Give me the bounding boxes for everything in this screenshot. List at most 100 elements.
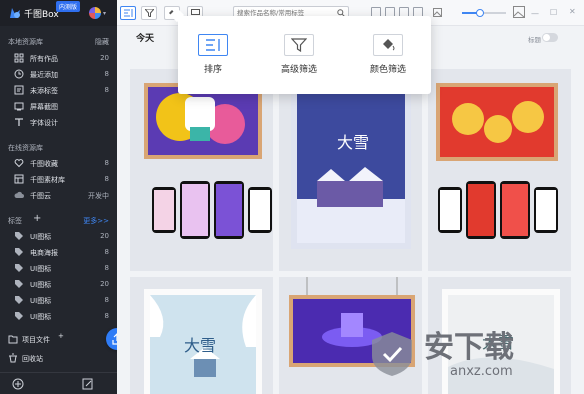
tag-label: UI图标 [30,297,52,305]
version-badge: 内测版 [56,1,81,12]
tag-item[interactable]: UI图标 8 [0,260,117,276]
avatar[interactable] [89,7,101,19]
app-header: 千图Box 内测版 ▾ [0,0,117,26]
tag-label: UI图标 [30,281,52,289]
sidebar-item-label: 千图云 [30,192,51,200]
title-toggle[interactable] [542,33,558,42]
sidebar-item-untagged[interactable]: 未添标签 8 [0,82,117,98]
tag-label: UI图标 [30,313,52,321]
tag-item[interactable]: UI图标 8 [0,292,117,308]
thumbnail-image [436,83,558,239]
color-filter-label: 颜色筛选 [369,65,406,75]
watermark-url: anxz.com [450,364,513,379]
date-group-header: 今天 [136,34,155,44]
color-filter-option[interactable]: 颜色筛选 [363,34,413,75]
sidebar: 千图Box 内测版 ▾ 本地资源库 隐藏 所有作品 20 最近添加 8 未添标签… [0,0,117,394]
work-card[interactable]: 大雪 [279,69,422,271]
sidebar-item-label: 千图收藏 [30,160,58,168]
sort-option[interactable]: 排序 [188,34,238,75]
advanced-filter-label: 高级筛选 [280,65,317,75]
funnel-icon [145,9,154,17]
sidebar-item-label: 字体设计 [30,119,58,127]
tag-icon [14,279,24,289]
sidebar-item-font-design[interactable]: 字体设计 [0,114,117,130]
sidebar-item-label: 回收站 [22,355,43,363]
sidebar-item-project-files[interactable]: 项目文件 + [0,331,117,347]
tag-off-icon [14,85,24,95]
slider-handle[interactable] [476,9,484,17]
minimize-icon[interactable]: — [531,9,539,18]
funnel-icon [284,34,314,56]
poster-title: 大雪 [337,133,370,152]
tag-count: 20 [100,232,109,240]
sidebar-item-cloud[interactable]: 千图云 开发中 [0,187,117,203]
shield-icon [372,332,412,376]
sidebar-item-count: 8 [104,86,109,94]
sort-button[interactable] [120,6,136,20]
more-tags-link[interactable]: 更多>> [83,216,109,226]
sidebar-item-count: 8 [104,175,109,183]
thumbnail-size-slider[interactable] [462,9,506,17]
sidebar-item-count: 8 [104,159,109,167]
tag-count: 8 [104,312,109,320]
clock-icon [14,69,24,79]
sidebar-footer [0,372,117,394]
sort-label: 排序 [203,65,222,75]
app-logo-icon [10,8,20,18]
tag-count: 8 [104,296,109,304]
sidebar-item-label: 千图素材库 [30,176,65,184]
tag-item[interactable]: UI图标 20 [0,276,117,292]
hide-toggle[interactable]: 隐藏 [95,37,109,47]
sidebar-item-count: 8 [104,70,109,78]
thumbnail-image [291,69,411,249]
add-tag-button[interactable]: + [33,213,41,224]
app-name: 千图Box [24,10,59,20]
font-icon [14,117,24,127]
sort-icon [124,9,133,17]
tag-label: UI图标 [30,265,52,273]
add-circle-icon[interactable] [12,378,24,390]
sidebar-item-count: 20 [100,54,109,62]
poster-title: 大雪 [184,336,217,355]
work-card[interactable] [428,69,571,271]
image-icon [433,8,442,17]
tag-label: UI图标 [30,233,52,241]
tag-item[interactable]: UI图标 20 [0,228,117,244]
chevron-down-icon[interactable]: ▾ [103,10,106,17]
watermark-text: 安下载 [424,330,514,365]
thumbnail-image [144,83,272,239]
tag-item[interactable]: 电商海报 8 [0,244,117,260]
grid-icon [14,53,24,63]
sidebar-item-label: 所有作品 [30,55,58,63]
tag-item[interactable]: UI图标 8 [0,308,117,324]
title-toggle-label: 标题 [528,36,541,44]
sidebar-item-recent[interactable]: 最近添加 8 [0,66,117,82]
trash-icon [8,353,18,363]
sidebar-item-label: 屏幕截图 [30,103,58,111]
sidebar-item-recycle-bin[interactable]: 回收站 [0,350,117,366]
sort-filter-popup: 排序 高级筛选 颜色筛选 [178,16,431,94]
maximize-icon[interactable]: ☐ [550,8,557,17]
online-library-title: 在线资源库 [8,144,43,152]
local-library-title: 本地资源库 [8,38,43,46]
tag-icon [14,247,24,257]
sidebar-item-screenshots[interactable]: 屏幕截图 [0,98,117,114]
add-project-button[interactable]: + [58,332,64,340]
filter-button[interactable] [141,6,157,20]
sidebar-item-label: 最近添加 [30,71,58,79]
sidebar-item-material-library[interactable]: 千图素材库 8 [0,171,117,187]
sidebar-item-label: 未添标签 [30,87,58,95]
heart-icon [14,158,24,168]
work-card[interactable] [130,69,273,271]
sidebar-item-status: 开发中 [88,192,109,200]
work-card[interactable]: 大雪 [130,277,273,394]
advanced-filter-option[interactable]: 高级筛选 [274,34,324,75]
sidebar-item-favorites[interactable]: 千图收藏 8 [0,155,117,171]
sidebar-item-all-works[interactable]: 所有作品 20 [0,50,117,66]
folder-icon [8,334,18,344]
tags-title: 标签 [8,217,22,225]
tag-icon [14,311,24,321]
sidebar-item-label: 项目文件 [22,336,50,344]
close-icon[interactable]: ✕ [569,7,576,16]
edit-icon[interactable] [82,378,94,390]
